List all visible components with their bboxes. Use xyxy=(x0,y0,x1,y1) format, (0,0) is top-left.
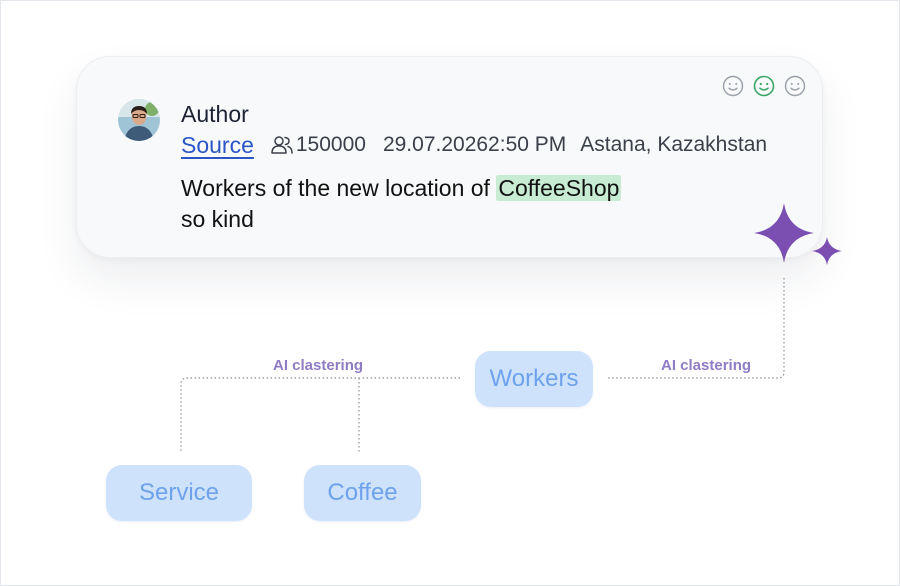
post-card: Author Source 150000 29.07.20262:50 PM A… xyxy=(76,56,823,258)
clustering-label-right: AI clastering xyxy=(661,357,752,374)
smile-active-icon[interactable] xyxy=(753,75,775,97)
tag-workers[interactable]: Workers xyxy=(475,351,593,407)
post-location: Astana, Kazakhstan xyxy=(580,133,768,156)
clustering-label-left: AI clastering xyxy=(273,357,364,374)
tag-service[interactable]: Service xyxy=(106,465,252,521)
connector-workers-to-branch xyxy=(180,377,460,452)
post-text: Workers of the new location of CoffeeSho… xyxy=(181,173,701,235)
audience-count: 150000 xyxy=(270,133,366,157)
smile-outline-icon[interactable] xyxy=(722,75,744,97)
users-icon xyxy=(271,136,293,154)
author-name: Author xyxy=(181,101,249,127)
source-link[interactable]: Source xyxy=(181,132,254,159)
post-text-after: so kind xyxy=(181,206,254,232)
post-meta: Source 150000 29.07.20262:50 PM Astana, … xyxy=(181,131,767,159)
tag-coffee[interactable]: Coffee xyxy=(304,465,421,521)
post-text-before: Workers of the new location of xyxy=(181,175,497,201)
avatar xyxy=(118,99,160,141)
audience-value: 150000 xyxy=(295,133,366,156)
reaction-bar xyxy=(722,75,806,97)
author-photo-icon xyxy=(118,99,160,141)
smile-outline-icon[interactable] xyxy=(784,75,806,97)
brand-highlight: CoffeeShop xyxy=(496,175,622,201)
ai-sparkle-icon xyxy=(754,203,842,265)
post-datetime: 29.07.20262:50 PM xyxy=(382,133,567,156)
